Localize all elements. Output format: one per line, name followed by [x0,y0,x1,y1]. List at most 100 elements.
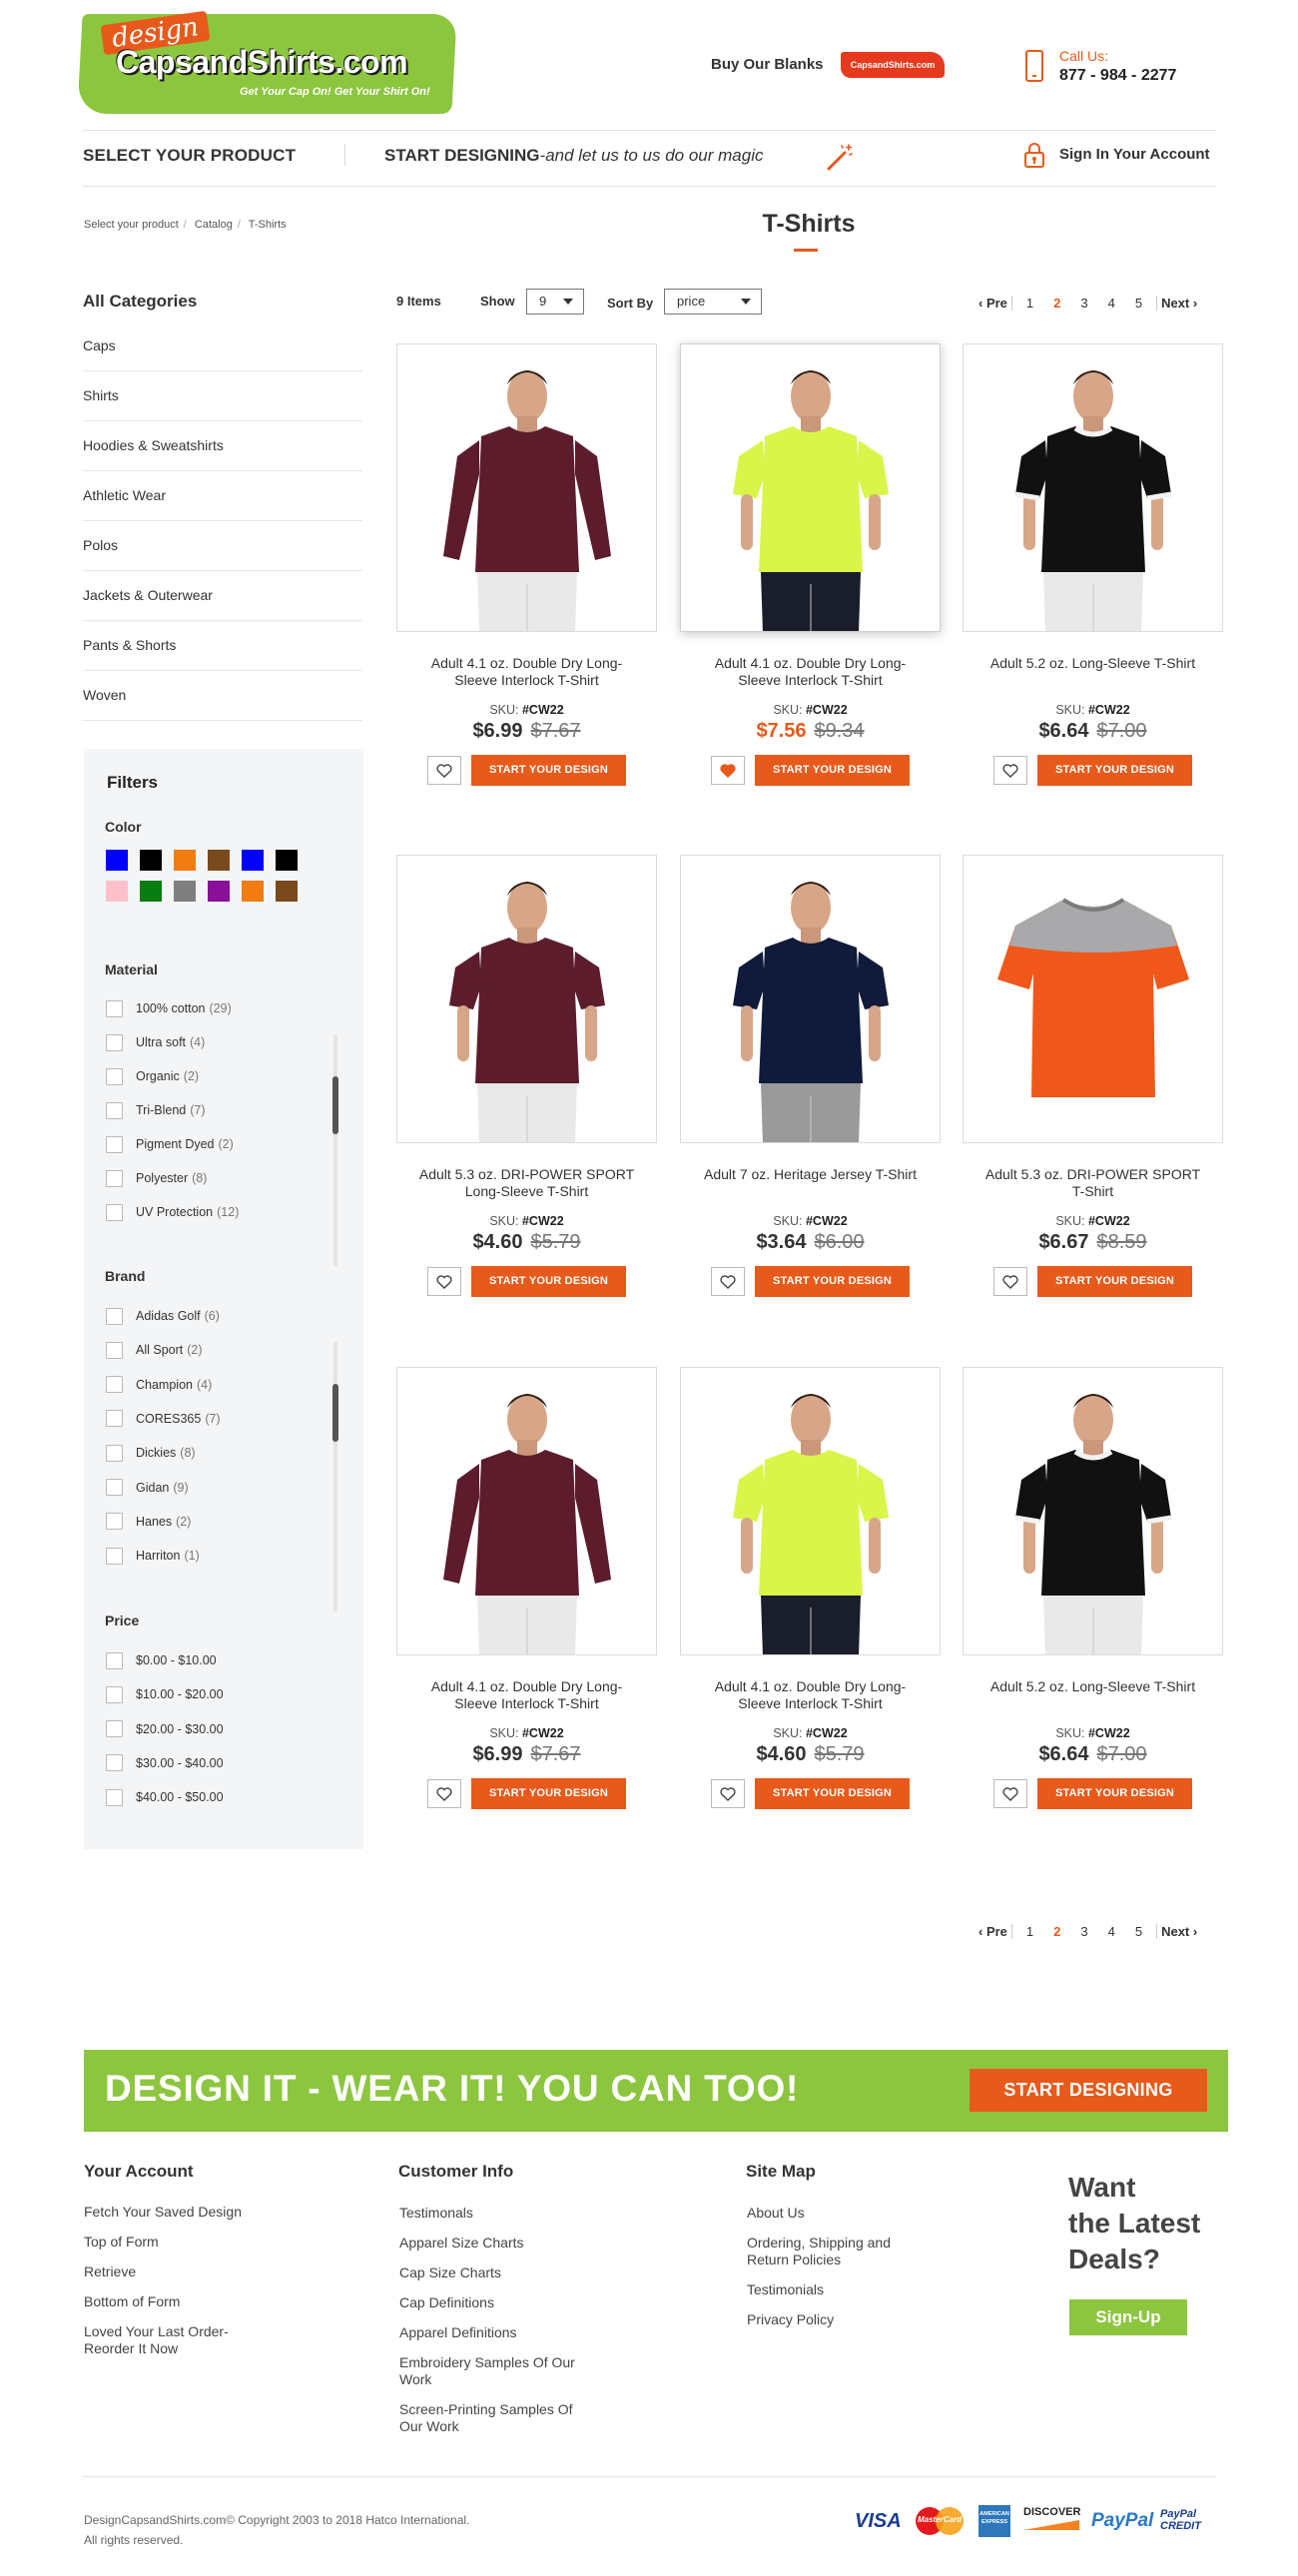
product-card[interactable]: Adult 4.1 oz. Double Dry Long-Sleeve Int… [396,343,657,786]
brand-option[interactable]: Dickies (8) [106,1441,196,1465]
brand-option[interactable]: Champion (4) [106,1373,212,1397]
checkbox[interactable] [106,1033,123,1051]
product-card[interactable]: Adult 5.2 oz. Long-Sleeve T-Shirt SKU: #C… [963,343,1223,786]
checkbox[interactable] [106,1169,123,1187]
category-item-caps[interactable]: Caps [83,322,362,371]
brand-option[interactable]: Gidan (9) [106,1476,189,1500]
breadcrumb-catalog[interactable]: Catalog [195,219,233,231]
start-your-design-button[interactable]: START YOUR DESIGN [471,1778,626,1809]
product-card[interactable]: Adult 4.1 oz. Double Dry Long-Sleeve Int… [680,1367,941,1809]
start-designing-button[interactable]: START DESIGNING [970,2069,1207,2112]
checkbox[interactable] [106,1754,123,1772]
product-image[interactable] [963,1367,1223,1655]
color-swatch[interactable] [242,881,264,902]
category-item-jackets[interactable]: Jackets & Outerwear [83,571,362,621]
category-item-woven[interactable]: Woven [83,671,362,721]
product-card[interactable]: Adult 5.3 oz. DRI-POWER SPORT Long-Sleev… [396,855,657,1297]
footer-customer-link[interactable]: Cap Size Charts [399,2264,579,2281]
material-option[interactable]: UV Protection (12) [106,1200,239,1224]
product-image[interactable] [680,1367,941,1655]
wishlist-button[interactable] [427,1267,461,1296]
pager-page-4[interactable]: 4 [1108,296,1115,311]
select-product-link[interactable]: SELECT YOUR PRODUCT [83,146,296,166]
material-scroll-track[interactable] [333,1034,337,1266]
pager-page-2[interactable]: 2 [1053,296,1060,311]
product-name[interactable]: Adult 4.1 oz. Double Dry Long-Sleeve Int… [680,655,941,689]
material-scroll-thumb[interactable] [332,1076,338,1134]
start-your-design-button[interactable]: START YOUR DESIGN [755,1266,910,1297]
wishlist-button[interactable] [711,1267,745,1296]
category-item-athletic[interactable]: Athletic Wear [83,471,362,521]
wishlist-button[interactable] [711,1779,745,1808]
footer-sitemap-link[interactable]: Ordering, Shipping and Return Policies [747,2235,927,2268]
material-option[interactable]: Organic (2) [106,1064,199,1088]
category-item-pants[interactable]: Pants & Shorts [83,621,362,671]
footer-customer-link[interactable]: Cap Definitions [399,2294,579,2311]
sort-by-select[interactable]: price [664,289,762,315]
color-swatch[interactable] [140,850,162,871]
start-your-design-button[interactable]: START YOUR DESIGN [755,1778,910,1809]
pager-next[interactable]: Next › [1161,1924,1197,1939]
color-swatch[interactable] [174,881,196,902]
footer-customer-link[interactable]: Embroidery Samples Of Our Work [399,2354,579,2388]
footer-account-link[interactable]: Retrieve [84,2263,264,2280]
product-image[interactable] [680,343,941,632]
product-image[interactable] [396,855,657,1143]
pager-page-5[interactable]: 5 [1135,1924,1142,1939]
product-name[interactable]: Adult 5.2 oz. Long-Sleeve T-Shirt [963,1678,1223,1712]
product-name[interactable]: Adult 4.1 oz. Double Dry Long-Sleeve Int… [396,1678,657,1712]
brand-scroll-thumb[interactable] [332,1384,338,1442]
checkbox[interactable] [106,1479,123,1496]
footer-account-link[interactable]: Bottom of Form [84,2293,264,2310]
start-your-design-button[interactable]: START YOUR DESIGN [1037,755,1192,786]
sign-in-link[interactable]: Sign In Your Account [1059,146,1210,163]
category-item-hoodies[interactable]: Hoodies & Sweatshirts [83,421,362,471]
price-option[interactable]: $0.00 - $10.00 [106,1648,217,1672]
product-name[interactable]: Adult 5.3 oz. DRI-POWER SPORT Long-Sleev… [396,1166,657,1200]
brand-option[interactable]: Harriton (1) [106,1544,200,1568]
material-option[interactable]: Tri-Blend (7) [106,1098,206,1122]
breadcrumb-select-product[interactable]: Select your product [84,219,179,231]
checkbox[interactable] [106,999,123,1017]
buy-blanks-link[interactable]: Buy Our Blanks [711,56,824,73]
checkbox[interactable] [106,1307,123,1325]
start-your-design-button[interactable]: START YOUR DESIGN [471,755,626,786]
checkbox[interactable] [106,1410,123,1428]
pager-page-1[interactable]: 1 [1026,296,1033,311]
brand-option[interactable]: All Sport (2) [106,1338,203,1362]
material-option[interactable]: Polyester (8) [106,1166,207,1190]
checkbox[interactable] [106,1101,123,1119]
checkbox[interactable] [106,1444,123,1462]
product-image[interactable] [963,343,1223,632]
product-card[interactable]: Adult 7 oz. Heritage Jersey T-Shirt SKU: … [680,855,941,1297]
checkbox[interactable] [106,1651,123,1669]
product-image[interactable] [680,855,941,1143]
start-your-design-button[interactable]: START YOUR DESIGN [1037,1778,1192,1809]
footer-sitemap-link[interactable]: Testimonials [747,2281,927,2298]
checkbox[interactable] [106,1513,123,1531]
start-your-design-button[interactable]: START YOUR DESIGN [755,755,910,786]
pager-page-2[interactable]: 2 [1053,1924,1060,1939]
color-swatch[interactable] [106,881,128,902]
pager-page-5[interactable]: 5 [1135,296,1142,311]
product-name[interactable]: Adult 5.3 oz. DRI-POWER SPORT T-Shirt [963,1166,1223,1200]
brand-option[interactable]: Hanes (2) [106,1510,191,1534]
pager-page-3[interactable]: 3 [1080,1924,1087,1939]
checkbox[interactable] [106,1341,123,1359]
product-image[interactable] [396,343,657,632]
wishlist-button[interactable] [993,1267,1027,1296]
product-name[interactable]: Adult 4.1 oz. Double Dry Long-Sleeve Int… [680,1678,941,1712]
checkbox[interactable] [106,1203,123,1221]
price-option[interactable]: $40.00 - $50.00 [106,1785,224,1809]
wishlist-button[interactable] [711,756,745,785]
pager-page-3[interactable]: 3 [1080,296,1087,311]
pager-next[interactable]: Next › [1161,296,1197,311]
color-swatch[interactable] [174,850,196,871]
footer-account-link[interactable]: Fetch Your Saved Design [84,2204,264,2221]
color-swatch[interactable] [140,881,162,902]
material-option[interactable]: Pigment Dyed (2) [106,1132,234,1156]
material-option[interactable]: 100% cotton (29) [106,996,232,1020]
footer-account-link[interactable]: Loved Your Last Order- Reorder It Now [84,2323,264,2357]
color-swatch[interactable] [106,850,128,871]
pager-page-1[interactable]: 1 [1026,1924,1033,1939]
